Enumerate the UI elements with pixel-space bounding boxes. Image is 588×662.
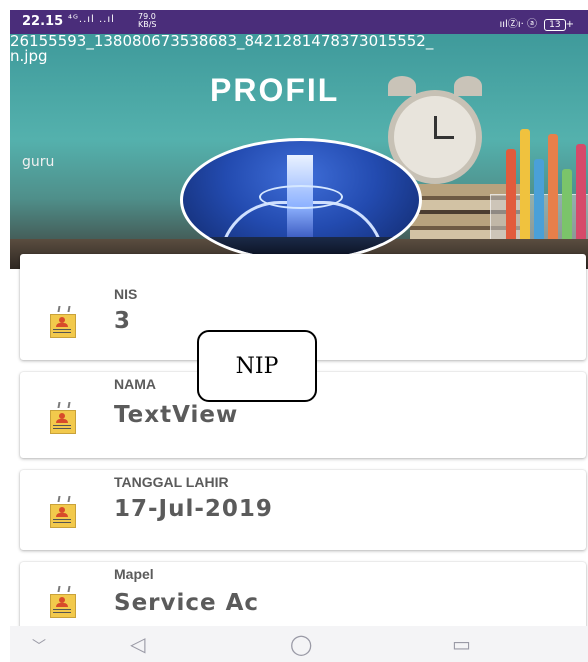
recents-button[interactable]: ▭ [452, 632, 471, 656]
field-card-mapel: Mapel Service Ac [20, 562, 586, 632]
field-card-tanggal-lahir: TANGGAL LAHIR 17-Jul-2019 [20, 470, 586, 550]
field-label: NAMA [114, 376, 156, 392]
signal-icon: ⁴ᴳ..ıl ..ıl [68, 14, 115, 25]
field-value: 3 [114, 308, 132, 334]
status-bar: 22.15 ⁴ᴳ..ıl ..ıl 79.0 KB/S ıılⓏı· ⓐ 13 + [10, 10, 588, 34]
field-value: Service Ac [114, 590, 260, 616]
image-file-name: 26155593_138080673538683_842128147837301… [10, 34, 433, 64]
profile-header: 26155593_138080673538683_842128147837301… [10, 34, 588, 269]
id-badge-icon [46, 306, 78, 338]
back-button[interactable]: ◁ [130, 632, 145, 656]
battery-icon: 13 [544, 19, 566, 31]
status-icons: ıılⓏı· ⓐ [499, 19, 537, 30]
network-speed-unit: KB/S [138, 20, 157, 29]
id-badge-icon [46, 496, 78, 528]
status-time: 22.15 [22, 14, 64, 29]
field-label: Mapel [114, 566, 154, 582]
id-badge-icon [46, 586, 78, 618]
nip-callout: NIP [197, 330, 317, 402]
charging-icon: + [565, 19, 574, 30]
image-file-name-line1: 26155593_138080673538683_842128147837301… [10, 34, 434, 50]
field-value: 17-Jul-2019 [114, 496, 273, 522]
collapse-button[interactable]: ﹀ [32, 636, 46, 656]
page-title: PROFIL [210, 72, 340, 108]
id-badge-icon [46, 402, 78, 434]
status-right-icons: ıılⓏı· ⓐ 13 + [499, 15, 574, 31]
field-value: TextView [114, 402, 239, 428]
field-label: TANGGAL LAHIR [114, 474, 229, 490]
network-speed: 79.0 KB/S [138, 13, 157, 29]
image-file-name-line2: n.jpg [10, 47, 48, 65]
field-label: NIS [114, 286, 138, 302]
system-nav-bar: ﹀ ◁ ◯ ▭ [10, 626, 588, 662]
home-button[interactable]: ◯ [290, 632, 312, 656]
user-role: guru [22, 154, 55, 170]
profile-avatar[interactable] [180, 138, 422, 262]
battery-level: 13 [549, 20, 561, 30]
